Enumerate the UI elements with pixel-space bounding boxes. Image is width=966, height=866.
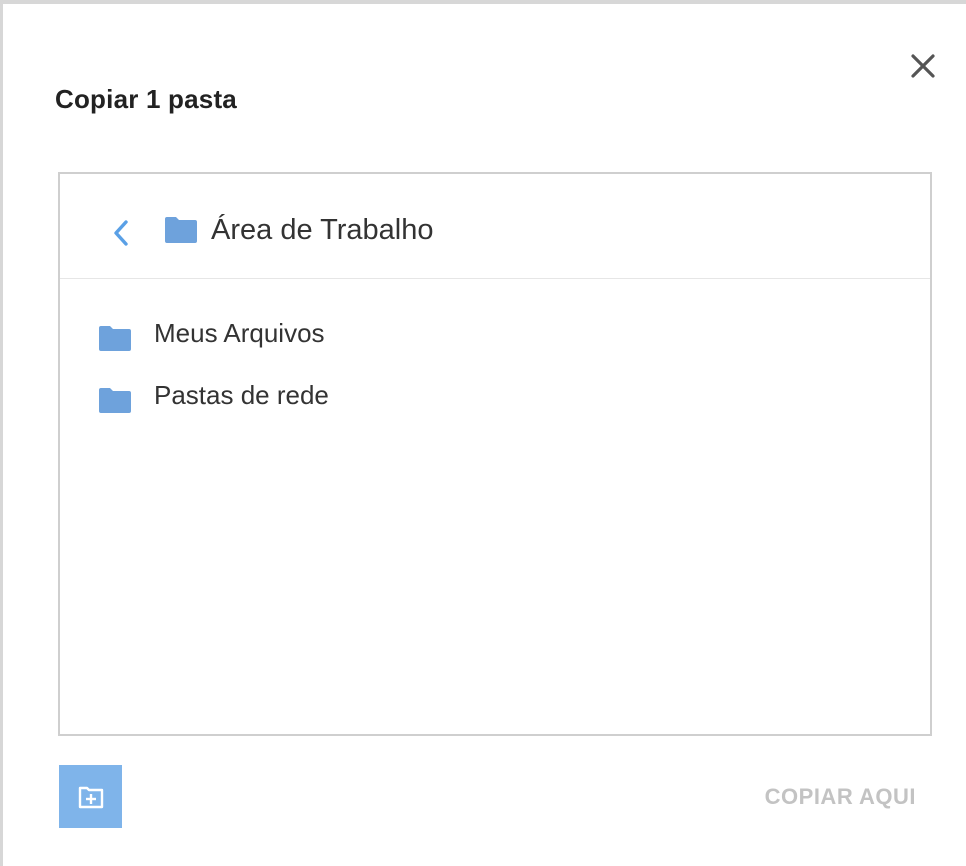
copy-here-button[interactable]: COPIAR AQUI: [765, 784, 916, 810]
new-folder-button[interactable]: [59, 765, 122, 828]
folder-item-label: Pastas de rede: [154, 380, 329, 410]
close-button[interactable]: [907, 50, 939, 82]
folder-list: Meus Arquivos Pastas de rede: [60, 304, 930, 428]
folder-browser-header: Área de Trabalho: [60, 174, 930, 279]
copy-folder-dialog: Copiar 1 pasta Área de Trabalho Meus Arq…: [0, 0, 966, 866]
dialog-title: Copiar 1 pasta: [55, 84, 237, 114]
folder-item-pastas-de-rede[interactable]: Pastas de rede: [60, 366, 930, 428]
close-icon: [911, 54, 935, 78]
back-button[interactable]: [110, 218, 132, 248]
chevron-left-icon: [114, 220, 128, 246]
current-folder-label: Área de Trabalho: [211, 214, 434, 246]
folder-icon: [99, 326, 131, 351]
folder-icon: [165, 217, 197, 243]
folder-browser: Área de Trabalho Meus Arquivos Pastas de…: [58, 172, 932, 736]
folder-item-label: Meus Arquivos: [154, 318, 325, 348]
folder-item-meus-arquivos[interactable]: Meus Arquivos: [60, 304, 930, 366]
new-folder-icon: [78, 786, 103, 808]
folder-icon: [99, 388, 131, 413]
